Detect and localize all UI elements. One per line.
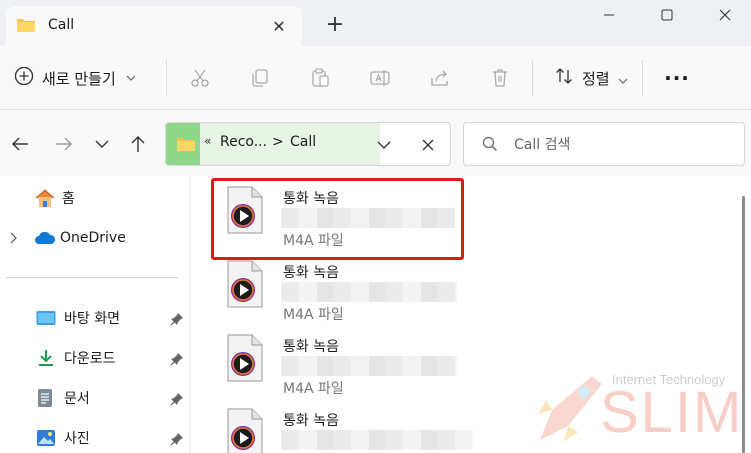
breadcrumb-recordings[interactable]: Reco... bbox=[220, 134, 267, 150]
tab-title: Call bbox=[48, 17, 75, 33]
navigation-pane: 홈 OneDrive 바탕 화면 다운로드 문서 사진 bbox=[0, 176, 190, 453]
toolbar-separator bbox=[166, 60, 167, 96]
navigation-bar: « Reco... > Call Call 검색 bbox=[0, 110, 751, 176]
plus-circle-icon bbox=[14, 66, 34, 90]
chevron-down-icon[interactable] bbox=[374, 135, 394, 155]
list-item[interactable]: 통화 녹음 M4A 파일 bbox=[223, 324, 483, 398]
rocket-logo-icon bbox=[532, 370, 608, 452]
folder-icon bbox=[176, 136, 196, 156]
new-tab-button[interactable]: + bbox=[322, 12, 348, 38]
sidebar-item-desktop[interactable]: 바탕 화면 bbox=[36, 304, 186, 332]
cut-icon[interactable] bbox=[188, 66, 212, 90]
audio-file-icon bbox=[225, 260, 265, 312]
address-bar[interactable]: « Reco... > Call bbox=[165, 122, 451, 166]
toolbar-separator bbox=[532, 60, 533, 96]
breadcrumb-separator[interactable]: > bbox=[272, 134, 284, 150]
sidebar-item-label: OneDrive bbox=[60, 230, 126, 246]
sidebar-item-label: 문서 bbox=[64, 391, 90, 407]
watermark: Internet Technology SLIM bbox=[528, 366, 748, 450]
rename-icon[interactable] bbox=[368, 66, 392, 90]
pin-icon[interactable] bbox=[170, 311, 184, 326]
selection-highlight bbox=[211, 178, 464, 260]
redacted-date bbox=[281, 430, 473, 450]
file-name: 통화 녹음 bbox=[283, 339, 339, 355]
sidebar-item-label: 홈 bbox=[62, 191, 75, 207]
pin-icon[interactable] bbox=[170, 391, 184, 406]
sidebar-item-onedrive[interactable]: OneDrive bbox=[10, 224, 126, 252]
close-icon[interactable] bbox=[418, 135, 438, 155]
file-type: M4A 파일 bbox=[283, 307, 344, 323]
paste-icon[interactable] bbox=[308, 66, 332, 90]
sidebar-item-label: 바탕 화면 bbox=[64, 311, 120, 327]
audio-file-icon bbox=[225, 334, 265, 386]
breadcrumb-overflow[interactable]: « bbox=[204, 134, 211, 148]
chevron-right-icon[interactable] bbox=[10, 232, 24, 244]
list-item[interactable]: 통화 녹음 bbox=[223, 398, 483, 453]
cloud-icon bbox=[34, 231, 56, 245]
copy-icon[interactable] bbox=[248, 66, 272, 90]
share-icon[interactable] bbox=[428, 66, 452, 90]
file-type: M4A 파일 bbox=[283, 381, 344, 397]
more-options-button[interactable]: ··· bbox=[662, 64, 692, 92]
sort-arrows-icon bbox=[554, 66, 574, 90]
forward-arrow-icon[interactable] bbox=[52, 132, 76, 156]
title-bar: Call ✕ + bbox=[0, 0, 751, 46]
sidebar-item-pictures[interactable]: 사진 bbox=[36, 424, 186, 452]
file-name: 통화 녹음 bbox=[283, 265, 339, 281]
pin-icon[interactable] bbox=[170, 351, 184, 366]
search-icon bbox=[482, 136, 498, 156]
breadcrumb-call[interactable]: Call bbox=[290, 134, 316, 150]
document-icon bbox=[36, 388, 56, 408]
minimize-button[interactable] bbox=[580, 0, 638, 30]
recent-locations-chevron-icon[interactable] bbox=[90, 132, 114, 156]
command-bar: 새로 만들기 정렬 ··· bbox=[0, 46, 751, 110]
back-arrow-icon[interactable] bbox=[8, 132, 32, 156]
picture-icon bbox=[36, 429, 56, 447]
pin-icon[interactable] bbox=[170, 431, 184, 446]
window-close-button[interactable] bbox=[696, 0, 751, 30]
toolbar-separator bbox=[642, 60, 643, 96]
maximize-button[interactable] bbox=[638, 0, 696, 30]
chevron-down-icon bbox=[126, 73, 136, 84]
delete-icon[interactable] bbox=[488, 66, 512, 90]
watermark-brand: SLIM bbox=[600, 380, 744, 445]
redacted-date bbox=[281, 356, 457, 376]
new-button[interactable]: 새로 만들기 bbox=[14, 62, 136, 94]
list-item[interactable]: 통화 녹음 M4A 파일 bbox=[223, 250, 483, 324]
sidebar-item-downloads[interactable]: 다운로드 bbox=[36, 344, 186, 372]
sort-button[interactable]: 정렬 bbox=[554, 62, 628, 94]
sidebar-divider bbox=[6, 277, 178, 278]
search-input[interactable]: Call 검색 bbox=[514, 134, 570, 154]
close-icon[interactable]: ✕ bbox=[268, 15, 290, 37]
file-name: 통화 녹음 bbox=[283, 413, 339, 429]
tab-call[interactable]: Call ✕ bbox=[6, 6, 302, 46]
home-icon bbox=[34, 188, 56, 208]
sidebar-item-label: 다운로드 bbox=[64, 351, 116, 367]
sidebar-item-documents[interactable]: 문서 bbox=[36, 384, 186, 412]
folder-icon bbox=[16, 17, 36, 37]
audio-file-icon bbox=[225, 408, 265, 453]
redacted-date bbox=[281, 282, 457, 302]
sidebar-item-label: 사진 bbox=[64, 431, 90, 447]
download-icon bbox=[36, 348, 56, 368]
desktop-icon bbox=[36, 310, 56, 326]
chevron-down-icon bbox=[618, 69, 628, 88]
search-box[interactable]: Call 검색 bbox=[463, 122, 745, 166]
new-label: 새로 만들기 bbox=[42, 69, 116, 88]
up-arrow-icon[interactable] bbox=[126, 132, 150, 156]
sidebar-item-home[interactable]: 홈 bbox=[34, 184, 75, 212]
sort-label: 정렬 bbox=[582, 69, 610, 88]
